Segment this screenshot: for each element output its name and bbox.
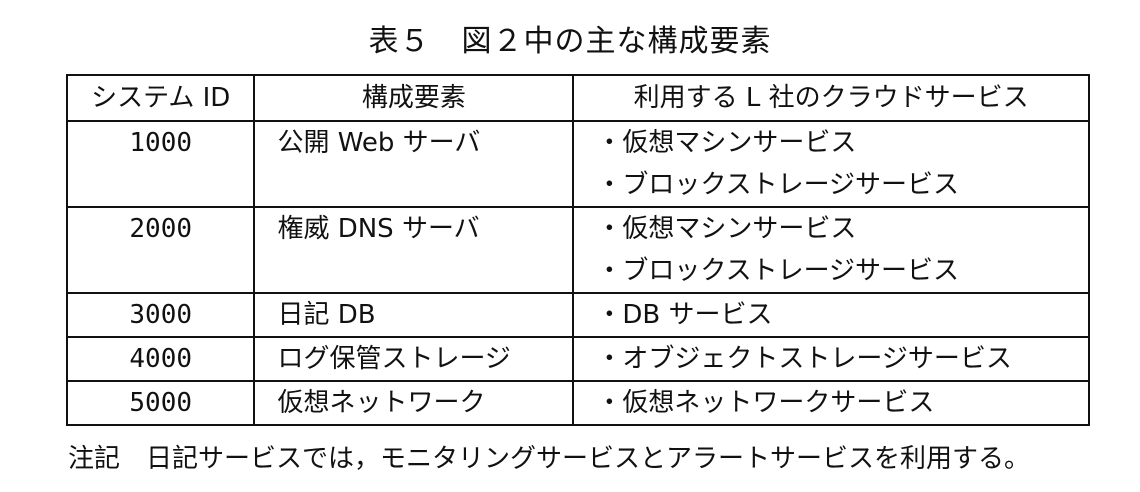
component-cell: ログ保管ストレージ [253,336,575,382]
service-item: ・仮想ネットワークサービス [596,388,935,418]
header-component: 構成要素 [253,74,575,122]
service-item: ・DB サービス [596,300,773,330]
services-cell: ・仮想マシンサービス ・ブロックストレージサービス [572,120,1090,208]
system-id-cell: 1000 [65,120,256,208]
header-cloud-services: 利用する L 社のクラウドサービス [572,74,1090,122]
system-id-cell: 2000 [65,206,256,294]
services-cell: ・仮想ネットワークサービス [572,380,1090,426]
service-item: ・オブジェクトストレージサービス [596,344,1012,374]
service-item: ・仮想マシンサービス [596,128,857,158]
table-row: 5000 仮想ネットワーク ・仮想ネットワークサービス [65,380,1090,426]
table-row: 1000 公開 Web サーバ ・仮想マシンサービス ・ブロックストレージサービ… [65,120,1090,208]
footnote: 注記 日記サービスでは，モニタリングサービスとアラートサービスを利用する。 [68,444,1031,474]
table-row: 3000 日記 DB ・DB サービス [65,292,1090,338]
system-id-cell: 3000 [65,292,256,338]
table-row: 4000 ログ保管ストレージ ・オブジェクトストレージサービス [65,336,1090,382]
services-cell: ・オブジェクトストレージサービス [572,336,1090,382]
service-item: ・仮想マシンサービス [596,214,857,244]
component-cell: 仮想ネットワーク [253,380,575,426]
header-system-id: システム ID [65,74,256,122]
table-header-row: システム ID 構成要素 利用する L 社のクラウドサービス [65,74,1090,122]
components-table: システム ID 構成要素 利用する L 社のクラウドサービス 1000 公開 W… [65,74,1090,426]
table-row: 2000 権威 DNS サーバ ・仮想マシンサービス ・ブロックストレージサービ… [65,206,1090,294]
component-cell: 公開 Web サーバ [253,120,575,208]
service-item: ・ブロックストレージサービス [596,256,960,286]
table-title: 表５ 図２中の主な構成要素 [368,24,772,59]
services-cell: ・DB サービス [572,292,1090,338]
component-cell: 権威 DNS サーバ [253,206,575,294]
service-item: ・ブロックストレージサービス [596,170,960,200]
system-id-cell: 5000 [65,380,256,426]
services-cell: ・仮想マシンサービス ・ブロックストレージサービス [572,206,1090,294]
system-id-cell: 4000 [65,336,256,382]
component-cell: 日記 DB [253,292,575,338]
